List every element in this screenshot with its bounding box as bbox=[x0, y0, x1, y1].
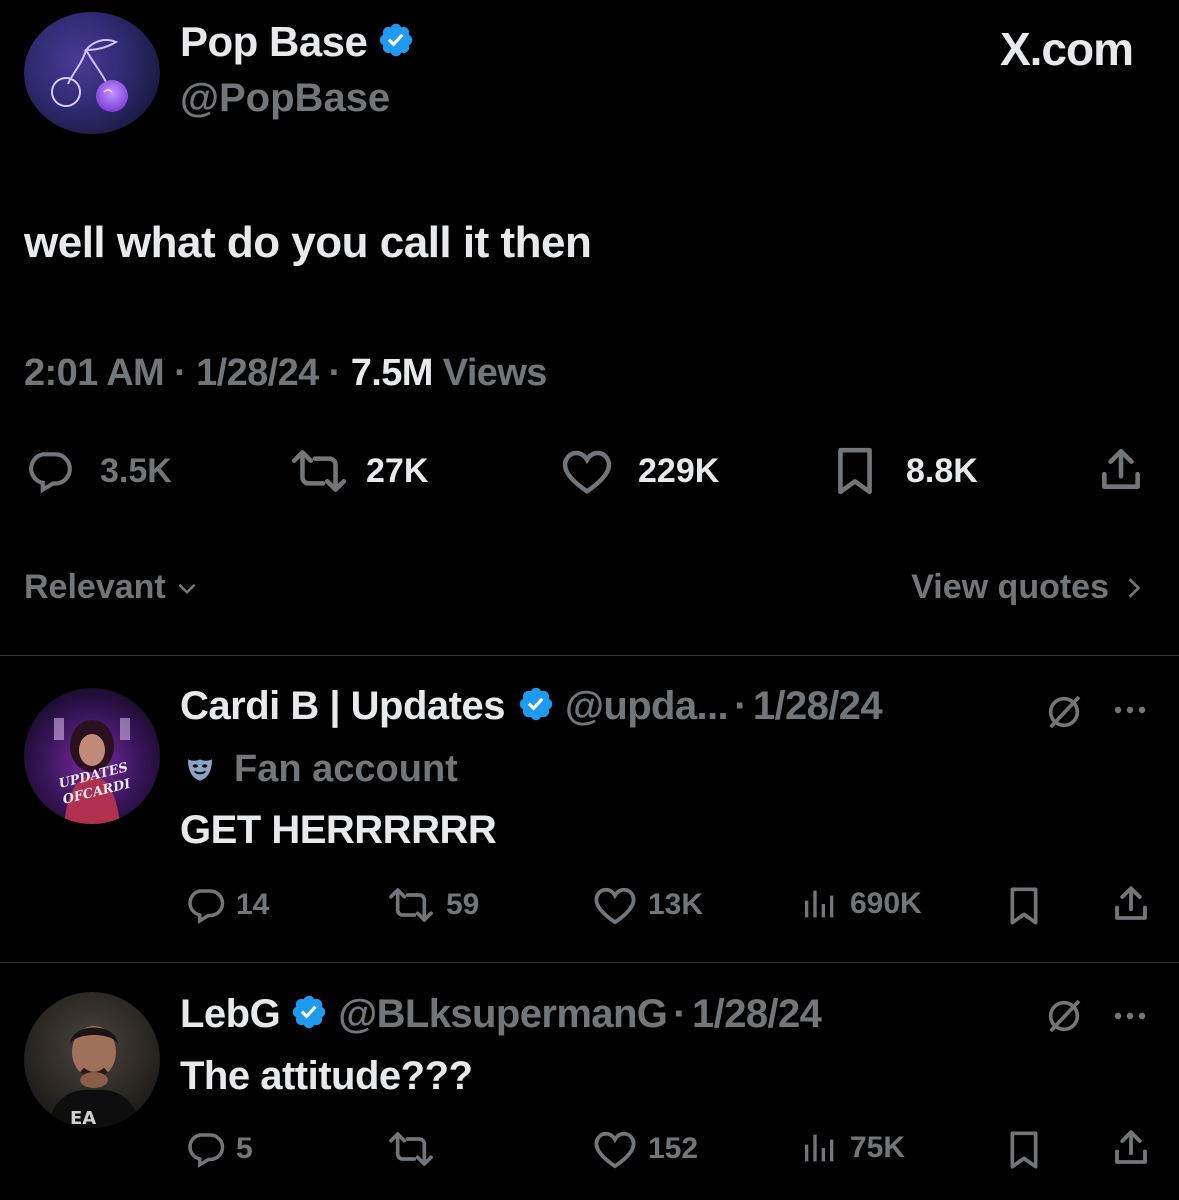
reply-date[interactable]: 1/28/24 bbox=[753, 684, 883, 729]
bookmark-icon bbox=[838, 447, 872, 495]
verified-badge-icon bbox=[377, 21, 415, 64]
bookmark-count: 8.8K bbox=[906, 451, 978, 490]
views-count: 75K bbox=[850, 1131, 906, 1164]
reply-header: Cardi B | Updates @upda... · 1/28/24 bbox=[180, 684, 883, 729]
share-icon[interactable] bbox=[1110, 1126, 1152, 1170]
avatar-image-icon: UPDATES OFCARDI bbox=[54, 718, 133, 824]
author-name[interactable]: Pop Base bbox=[180, 18, 368, 66]
verified-badge-icon bbox=[517, 685, 555, 728]
views-button[interactable]: 690K bbox=[800, 884, 922, 924]
views-button[interactable]: 75K bbox=[800, 1128, 905, 1168]
share-icon bbox=[1102, 448, 1140, 489]
reply-header: LebG @BLksupermanG · 1/28/24 bbox=[180, 992, 822, 1037]
reply-button[interactable]: 3.5K bbox=[24, 446, 172, 496]
bookmark-icon[interactable] bbox=[1004, 1130, 1044, 1170]
like-icon bbox=[594, 887, 636, 925]
tweet-meta: 2:01 AM · 1/28/24 · 7.5M Views bbox=[24, 352, 547, 395]
bookmark-icon[interactable] bbox=[1004, 886, 1044, 926]
sort-label: Relevant bbox=[24, 568, 166, 606]
chevron-right-icon bbox=[1128, 577, 1141, 598]
fan-account-badge: Fan account bbox=[184, 748, 458, 791]
bookmark-button[interactable]: 8.8K bbox=[832, 446, 978, 496]
repost-button[interactable] bbox=[386, 1128, 446, 1170]
separator: · bbox=[673, 992, 687, 1036]
like-button[interactable]: 13K bbox=[592, 884, 703, 926]
like-icon bbox=[594, 1131, 636, 1169]
divider bbox=[0, 962, 1179, 963]
more-options-icon[interactable] bbox=[1110, 1006, 1154, 1026]
repost-button[interactable]: 59 bbox=[386, 884, 479, 926]
like-count: 229K bbox=[638, 451, 720, 490]
avatar-image-icon: EA bbox=[48, 1026, 140, 1128]
author-name-row[interactable]: Pop Base bbox=[180, 18, 415, 66]
reply-count: 5 bbox=[236, 1132, 253, 1165]
reply-icon bbox=[188, 1133, 225, 1168]
repost-icon bbox=[291, 450, 347, 492]
reply-icon bbox=[188, 889, 225, 924]
reply-author-name[interactable]: LebG bbox=[180, 992, 281, 1037]
reply-author-handle[interactable]: @BLksupermanG bbox=[338, 992, 668, 1037]
separator: · bbox=[174, 352, 187, 394]
fan-account-label: Fan account bbox=[234, 748, 458, 790]
repost-count: 59 bbox=[446, 888, 480, 921]
repost-button[interactable]: 27K bbox=[288, 446, 428, 496]
separator: · bbox=[734, 684, 747, 728]
tweet-date[interactable]: 1/28/24 bbox=[196, 352, 319, 394]
reply-button[interactable]: 14 bbox=[184, 884, 269, 926]
views-count: 690K bbox=[850, 887, 922, 920]
views-chart-icon bbox=[805, 890, 834, 918]
share-icon[interactable] bbox=[1110, 882, 1152, 926]
like-count: 13K bbox=[648, 888, 704, 921]
grok-icon[interactable] bbox=[1044, 996, 1084, 1036]
grok-icon[interactable] bbox=[1044, 692, 1084, 732]
tweet-detail-page: Pop Base @PopBase X.com well what do you… bbox=[0, 0, 1179, 1200]
author-handle[interactable]: @PopBase bbox=[180, 76, 390, 121]
views-count: 7.5M bbox=[350, 352, 434, 394]
avatar[interactable] bbox=[24, 12, 160, 134]
like-button[interactable]: 229K bbox=[560, 446, 719, 496]
separator: · bbox=[328, 352, 342, 394]
reply-date[interactable]: 1/28/24 bbox=[692, 992, 822, 1037]
chevron-down-icon bbox=[178, 583, 196, 594]
like-count: 152 bbox=[648, 1132, 699, 1165]
sort-dropdown[interactable]: Relevant bbox=[24, 568, 200, 607]
like-button[interactable]: 152 bbox=[592, 1128, 698, 1170]
tweet-time[interactable]: 2:01 AM bbox=[24, 352, 165, 394]
cherry-logo-icon bbox=[51, 39, 128, 112]
mask-icon bbox=[188, 758, 212, 781]
reply-author-name[interactable]: Cardi B | Updates bbox=[180, 684, 505, 729]
reply-author-handle[interactable]: @upda... bbox=[565, 684, 729, 729]
reply-text: GET HERRRRRR bbox=[180, 808, 497, 852]
tweet-text: well what do you call it then bbox=[24, 218, 592, 267]
avatar[interactable]: EA bbox=[24, 992, 160, 1128]
svg-text:EA: EA bbox=[70, 1108, 96, 1128]
reply-icon bbox=[29, 452, 72, 494]
like-icon bbox=[562, 450, 612, 494]
repost-icon bbox=[389, 1132, 433, 1166]
repost-count: 27K bbox=[366, 451, 429, 490]
tweet-action-bar: 3.5K 27K 229K 8.8K bbox=[0, 442, 1179, 502]
verified-badge-icon bbox=[290, 993, 328, 1036]
view-quotes-link[interactable]: View quotes bbox=[911, 568, 1145, 607]
more-options-icon[interactable] bbox=[1110, 700, 1154, 720]
view-quotes-label: View quotes bbox=[911, 568, 1109, 606]
divider bbox=[0, 655, 1179, 656]
share-button[interactable] bbox=[1096, 444, 1146, 496]
repost-icon bbox=[389, 888, 433, 922]
views-label: Views bbox=[442, 352, 548, 394]
reply-text: The attitude??? bbox=[180, 1054, 473, 1098]
avatar[interactable]: UPDATES OFCARDI bbox=[24, 688, 160, 824]
reply-button[interactable]: 5 bbox=[184, 1128, 253, 1170]
views-chart-icon bbox=[805, 1134, 834, 1162]
reply-count: 3.5K bbox=[100, 451, 172, 490]
reply-count: 14 bbox=[236, 888, 270, 921]
brand-watermark: X.com bbox=[999, 23, 1134, 75]
